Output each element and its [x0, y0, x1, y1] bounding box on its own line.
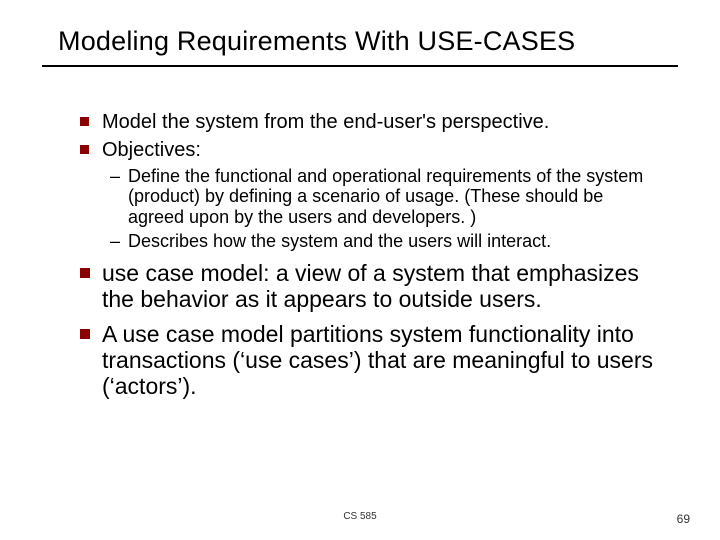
slide-title: Modeling Requirements With USE-CASES — [58, 26, 670, 65]
slide: Modeling Requirements With USE-CASES Mod… — [0, 0, 720, 400]
footer-course: CS 585 — [0, 511, 720, 522]
content-area: Model the system from the end-user's per… — [64, 111, 670, 400]
bullet-list-level2: Define the functional and operational re… — [102, 166, 662, 251]
bullet-item: use case model: a view of a system that … — [80, 261, 662, 313]
footer-page-number: 69 — [677, 512, 690, 526]
sub-bullet-item: Define the functional and operational re… — [110, 166, 662, 226]
bullet-item: Model the system from the end-user's per… — [80, 111, 662, 135]
bullet-item: A use case model partitions system funct… — [80, 322, 662, 399]
divider — [42, 65, 678, 67]
sub-bullet-item: Describes how the system and the users w… — [110, 231, 662, 251]
bullet-list-level1: Model the system from the end-user's per… — [80, 111, 662, 400]
bullet-text: Objectives: — [102, 139, 201, 161]
bullet-item: Objectives: Define the functional and op… — [80, 139, 662, 251]
